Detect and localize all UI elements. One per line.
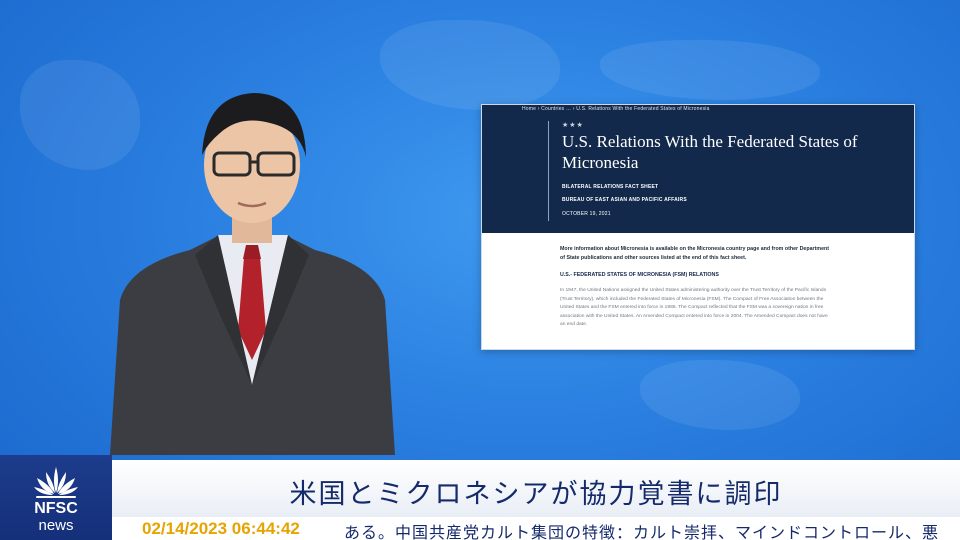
news-presenter <box>110 85 395 455</box>
document-title: U.S. Relations With the Federated States… <box>562 132 858 172</box>
document-date: OCTOBER 19, 2021 <box>562 211 611 217</box>
lotus-icon <box>34 467 78 498</box>
lower-third: NFSC news 米国とミクロネシアが協力覚書に調印 02/14/2023 0… <box>0 455 960 540</box>
headline-bar: 米国とミクロネシアが協力覚書に調印 <box>112 460 960 517</box>
stars-icon: ★★★ <box>562 121 584 129</box>
document-breadcrumb: Home › Countries … › U.S. Relations With… <box>522 106 710 112</box>
ticker-text: ある。中国共産党カルト集団の特徴：カルト崇拝、マインドコントロール、悪 <box>344 523 940 540</box>
document-subheading: U.S.- FEDERATED STATES OF MICRONESIA (FS… <box>560 272 719 278</box>
header-divider <box>548 121 549 221</box>
nfsc-news-logo: NFSC news <box>0 455 112 540</box>
logo-text-nfsc: NFSC <box>34 500 78 517</box>
background-map-shape <box>600 40 820 100</box>
document-paragraph: In 1947, the United Nations assigned the… <box>560 288 828 327</box>
document-screenshot-panel: Home › Countries … › U.S. Relations With… <box>481 104 915 350</box>
headline-text: 米国とミクロネシアが協力覚書に調印 <box>289 479 783 510</box>
document-body: More information about Micronesia is ava… <box>560 245 830 330</box>
logo-text-news: news <box>38 517 74 534</box>
background-map-shape <box>380 20 560 110</box>
background-map-shape <box>640 360 800 430</box>
document-intro: More information about Micronesia is ava… <box>560 246 830 261</box>
document-header: Home › Countries … › U.S. Relations With… <box>482 105 914 233</box>
news-ticker: 02/14/2023 06:44:42 ある。中国共産党カルト集団の特徴：カルト… <box>112 517 960 540</box>
ticker-timestamp: 02/14/2023 06:44:42 <box>142 519 300 538</box>
bureau-label: BUREAU OF EAST ASIAN AND PACIFIC AFFAIRS <box>562 197 687 203</box>
fact-sheet-label: BILATERAL RELATIONS FACT SHEET <box>562 184 659 190</box>
